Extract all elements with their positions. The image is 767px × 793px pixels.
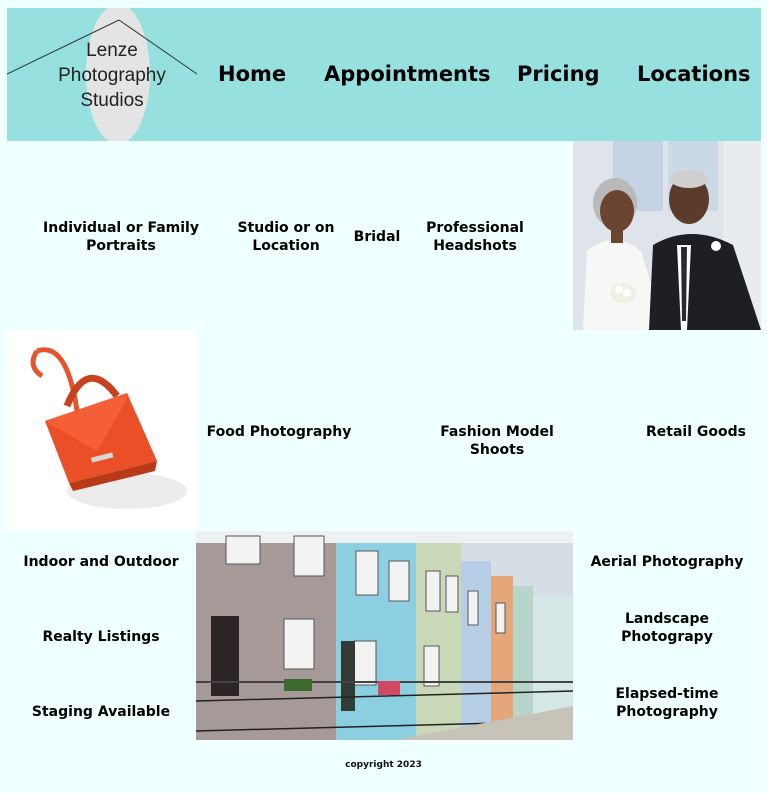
service-elapsed-time: Elapsed-time Photography bbox=[615, 686, 719, 720]
nav-pricing[interactable]: Pricing bbox=[517, 62, 600, 86]
copyright-footer: copyright 2023 bbox=[345, 760, 422, 770]
service-landscape: Landscape Photograpy bbox=[621, 611, 713, 645]
service-food-photography: Food Photography bbox=[206, 424, 352, 440]
service-retail-goods: Retail Goods bbox=[646, 424, 746, 440]
service-realty-listings: Realty Listings bbox=[42, 629, 160, 645]
service-bridal: Bridal bbox=[353, 229, 401, 245]
logo-line-1: Lenze bbox=[86, 40, 138, 61]
logo[interactable]: Lenze Photography Studios bbox=[47, 38, 177, 113]
service-studio-location: Studio or on Location bbox=[237, 220, 335, 254]
service-indoor-outdoor: Indoor and Outdoor bbox=[23, 554, 179, 570]
service-staging: Staging Available bbox=[31, 704, 171, 720]
logo-line-2: Photography bbox=[58, 65, 166, 86]
service-aerial: Aerial Photography bbox=[590, 554, 744, 570]
handbag-photo bbox=[7, 331, 196, 530]
nav-locations[interactable]: Locations bbox=[637, 62, 751, 86]
nav-appointments[interactable]: Appointments bbox=[324, 62, 491, 86]
service-headshots: Professional Headshots bbox=[426, 220, 524, 254]
nav-home[interactable]: Home bbox=[218, 62, 286, 86]
logo-line-3: Studios bbox=[80, 90, 144, 111]
service-fashion-shoots: Fashion Model Shoots bbox=[440, 424, 554, 458]
service-individual-portraits: Individual or Family Portraits bbox=[43, 220, 199, 254]
couple-photo bbox=[573, 141, 761, 330]
site-header: Lenze Photography Studios Home Appointme… bbox=[7, 8, 761, 141]
townhouses-photo bbox=[196, 531, 573, 740]
